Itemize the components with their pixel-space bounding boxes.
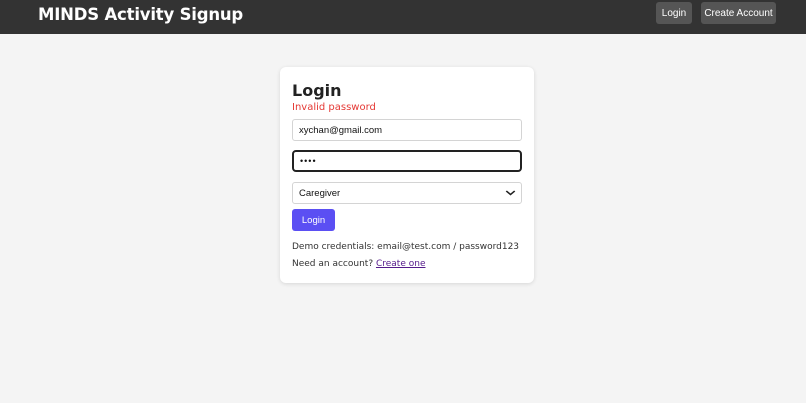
nav-login-button[interactable]: Login bbox=[656, 2, 692, 24]
demo-credentials-text: Demo credentials: email@test.com / passw… bbox=[292, 242, 520, 252]
password-field[interactable]: •••• bbox=[292, 150, 522, 172]
signup-prompt-text: Need an account? bbox=[292, 259, 374, 269]
login-title: Login bbox=[292, 81, 342, 100]
top-navbar: MINDS Activity Signup Login Create Accou… bbox=[0, 0, 806, 34]
password-value: •••• bbox=[300, 156, 317, 166]
error-message: Invalid password bbox=[292, 102, 376, 113]
email-field[interactable]: xychan@gmail.com bbox=[292, 119, 522, 141]
nav-create-account-button[interactable]: Create Account bbox=[701, 2, 776, 24]
chevron-down-icon bbox=[505, 189, 516, 198]
email-value: xychan@gmail.com bbox=[299, 124, 383, 136]
signup-prompt-line: Need an account? Create one bbox=[292, 259, 425, 269]
login-card: Login Invalid password xychan@gmail.com … bbox=[280, 67, 534, 283]
app-title: MINDS Activity Signup bbox=[38, 5, 244, 24]
login-submit-button[interactable]: Login bbox=[292, 209, 335, 231]
role-selected-value: Caregiver bbox=[299, 187, 341, 199]
role-select[interactable]: Caregiver bbox=[292, 182, 522, 204]
create-account-link[interactable]: Create one bbox=[376, 259, 426, 269]
